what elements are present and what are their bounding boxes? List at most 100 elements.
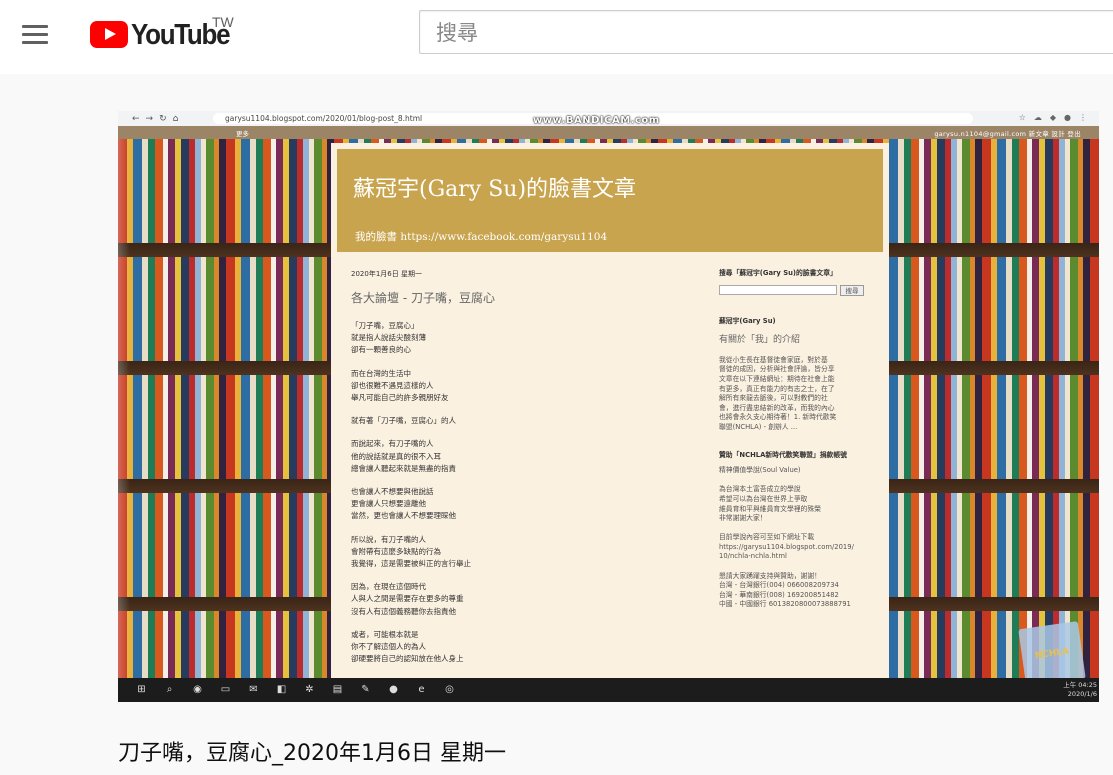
post-line: 就有著「刀子嘴，豆腐心」的人 <box>351 416 456 426</box>
blog-post: 2020年1月6日 星期一 各大論壇 - 刀子嘴，豆腐心 「刀子嘴，豆腐心」 就… <box>351 269 691 676</box>
navbar-more: 更多 <box>236 130 249 138</box>
blog-page: 蘇冠宇(Gary Su)的臉書文章 我的臉書 https://www.faceb… <box>331 143 889 678</box>
navbar-account-links: garysu.n1104@gmail.com 新文章 設計 登出 <box>934 130 1081 138</box>
search-box[interactable] <box>419 10 1113 54</box>
post-line: 卻硬要將自己的認知放在他人身上 <box>351 654 464 664</box>
post-line: 我覺得，這是需要被糾正的言行舉止 <box>351 559 471 569</box>
post-paragraph: 所以說，有刀子嘴的人 會附帶有這麼多缺點的行為 我覺得，這是需要被糾正的言行舉止 <box>351 534 691 571</box>
sidebar-line: 解所有來龍去脈後，可以對教們的社 <box>719 394 828 403</box>
sidebar-line: https://garysu1104.blogspot.com/2019/ <box>719 542 854 551</box>
post-title: 各大論壇 - 刀子嘴，豆腐心 <box>351 291 495 305</box>
file-explorer-icon: ▭ <box>220 684 231 695</box>
sidebar-line: 會，進行盡忠結新的改革，而我的內心 <box>719 403 835 412</box>
post-line: 當然，更也會讓人不想要理睬他 <box>351 511 456 521</box>
video-player[interactable]: ←→↻⌂ garysu1104.blogspot.com/2020/01/blo… <box>118 111 1099 702</box>
post-line: 舉凡可能自己的許多親朋好友 <box>351 393 449 403</box>
blog-header: 蘇冠宇(Gary Su)的臉書文章 我的臉書 https://www.faceb… <box>337 149 883 252</box>
hamburger-icon-bar <box>22 40 48 44</box>
post-line: 也會讓人不想要與他說話 <box>351 487 434 497</box>
video-title: 刀子嘴，豆腐心_2020年1月6日 星期一 <box>118 741 506 766</box>
app-icon: ◧ <box>276 684 287 695</box>
post-line: 因為，在現在這個時代 <box>351 582 426 592</box>
sidebar-about-title: 有關於「我」的介紹 <box>719 335 801 346</box>
sidebar-line <box>719 524 879 534</box>
sidebar-search-input <box>719 284 837 295</box>
post-paragraph: 而說起來，有刀子嘴的人 他的說話就是真的很不入耳 總會讓人聽起來就是無盡的指責 <box>351 438 691 475</box>
sidebar-line: 文章在以下連結網址：期待在社會上能 <box>719 374 835 383</box>
sidebar-line: 中國 - 中國銀行 6013820800073888791 <box>719 600 851 609</box>
sidebar-profile-heading: 蘇冠宇(Gary Su) <box>719 316 776 325</box>
post-paragraph: 就有著「刀子嘴，豆腐心」的人 <box>351 415 691 427</box>
post-date: 2020年1月6日 星期一 <box>351 270 422 278</box>
post-line: 更會讓人只想要遠離他 <box>351 499 426 509</box>
sidebar-sponsor-heading: 贊助「NCHLA新時代歡笑聯盟」捐款帳號 <box>719 450 847 459</box>
sidebar-search-heading: 搜尋「蘇冠宇(Gary Su)的臉書文章」 <box>719 269 837 277</box>
sidebar-line: 我從小生長在基督徒會家庭，對於基 <box>719 355 828 364</box>
post-line: 而在台灣的生活中 <box>351 368 411 378</box>
recorded-windows-taskbar: ⊞ ⌕ ◉ ▭ ✉ ◧ ✲ ▤ ✎ ● e ◎ 上午 04:25 2020/1/… <box>118 678 1099 702</box>
blog-sidebar: 搜尋「蘇冠宇(Gary Su)的臉書文章」 搜尋 蘇冠宇(Gary Su) 有關… <box>719 269 879 618</box>
sidebar-line: 10/nchla-nchla.html <box>719 552 787 561</box>
country-code: TW <box>212 14 234 30</box>
sidebar-line: 台灣 - 台灣銀行(004) 066008209734 <box>719 581 839 590</box>
sidebar-sponsor-text: 精神價值學說(Soul Value) 為台灣本土富吾成立的學說 希望可以為台灣在… <box>719 466 879 610</box>
post-paragraph: 因為，在現在這個時代 人與人之間是需要存在更多的尊重 沒有人有這個義務聽你去指責… <box>351 581 691 618</box>
line-icon: ● <box>389 684 398 695</box>
outlook-icon: ✉ <box>249 684 258 695</box>
hamburger-icon-bar <box>22 24 48 28</box>
sidebar-line: 維員育和平與維員育文學裡的殊榮 <box>719 504 821 513</box>
taskbar-time: 上午 04:25 <box>1063 681 1097 689</box>
post-line: 他的說話就是真的很不入耳 <box>351 451 441 461</box>
post-line: 而說起來，有刀子嘴的人 <box>351 439 434 449</box>
guide-menu-button[interactable] <box>14 13 56 55</box>
sidebar-line <box>719 476 879 486</box>
search-icon: ⌕ <box>166 684 173 695</box>
more-icon: ⋮ <box>1079 113 1087 122</box>
post-line: 沒有人有這個義務聽你去指責他 <box>351 606 456 616</box>
youtube-logo[interactable]: YouTube TW <box>90 14 234 50</box>
puzzle-icon: ◆ <box>1049 113 1057 122</box>
chrome-icon: ◉ <box>193 684 202 695</box>
post-line: 總會讓人聽起來就是無盡的指責 <box>351 463 456 473</box>
cloud-icon: ☁ <box>1033 113 1042 122</box>
taskbar-clock: 上午 04:25 2020/1/6 <box>1063 681 1097 699</box>
bandicam-watermark: www.BANDICAM.com <box>533 115 660 126</box>
sidebar-line: 也將會永久支心期待著！1. 新時代歡笑 <box>719 413 837 422</box>
notes-icon: ▤ <box>332 684 343 695</box>
blog-subtitle: 我的臉書 https://www.facebook.com/garysu1104 <box>355 231 608 243</box>
sidebar-line <box>719 562 879 572</box>
taskbar-icons: ⊞ ⌕ ◉ ▭ ✉ ◧ ✲ ▤ ✎ ● e ◎ <box>134 684 457 695</box>
blog-title: 蘇冠宇(Gary Su)的臉書文章 <box>353 177 637 202</box>
sidebar-line: 目前學說內容可至如下網址下載 <box>719 533 815 542</box>
sidebar-search-button: 搜尋 <box>840 284 864 296</box>
paint-icon: ✎ <box>361 684 370 695</box>
post-paragraph: 「刀子嘴，豆腐心」 就是指人說話尖酸刻薄 卻有一顆善良的心 <box>351 320 691 357</box>
sidebar-line: 督徒的成因，分析與社會評論，皆分享 <box>719 365 835 374</box>
sidebar-search-row: 搜尋 <box>719 284 879 297</box>
settings-icon: ✲ <box>305 684 314 695</box>
sidebar-line: 聯盟(NCHLA) - 創辦人 ... <box>719 422 798 431</box>
sidebar-about-text: 我從小生長在基督徒會家庭，對於基 督徒的成因，分析與社會評論，皆分享 文章在以下… <box>719 356 879 433</box>
post-paragraph: 也會讓人不想要與他說話 更會讓人只想要遠離他 當然，更也會讓人不想要理睬他 <box>351 486 691 523</box>
windows-start-icon: ⊞ <box>137 684 146 695</box>
post-line: 人與人之間是需要存在更多的尊重 <box>351 594 464 604</box>
search-input[interactable] <box>434 18 1098 48</box>
avatar-icon: ● <box>1064 113 1071 122</box>
sidebar-line: 非常謝謝大家！ <box>719 514 767 523</box>
post-line: 卻有一顆善良的心 <box>351 345 411 355</box>
post-line: 「刀子嘴，豆腐心」 <box>351 321 419 330</box>
post-line: 所以說，有刀子嘴的人 <box>351 534 426 544</box>
post-line: 會附帶有這麼多缺點的行為 <box>351 546 441 556</box>
post-line: 你不了解這個人的為人 <box>351 642 426 652</box>
sidebar-line: 為台灣本土富吾成立的學說 <box>719 485 801 494</box>
masthead: YouTube TW <box>0 0 1113 74</box>
post-line: 或者，可能根本就是 <box>351 629 419 639</box>
browser-extension-icons: ☆ ☁ ◆ ● ⋮ <box>1019 113 1087 122</box>
blogger-navbar: 更多 garysu.n1104@gmail.com 新文章 設計 登出 <box>118 126 1099 139</box>
post-line: 就是指人說話尖酸刻薄 <box>351 333 426 343</box>
sidebar-line: 精神價值學說(Soul Value) <box>719 466 801 475</box>
star-icon: ☆ <box>1018 113 1026 122</box>
record-icon: ◎ <box>445 684 454 695</box>
sidebar-line: 希望可以為台灣在世界上爭取 <box>719 494 808 503</box>
browser-nav-icons: ←→↻⌂ <box>132 113 185 124</box>
